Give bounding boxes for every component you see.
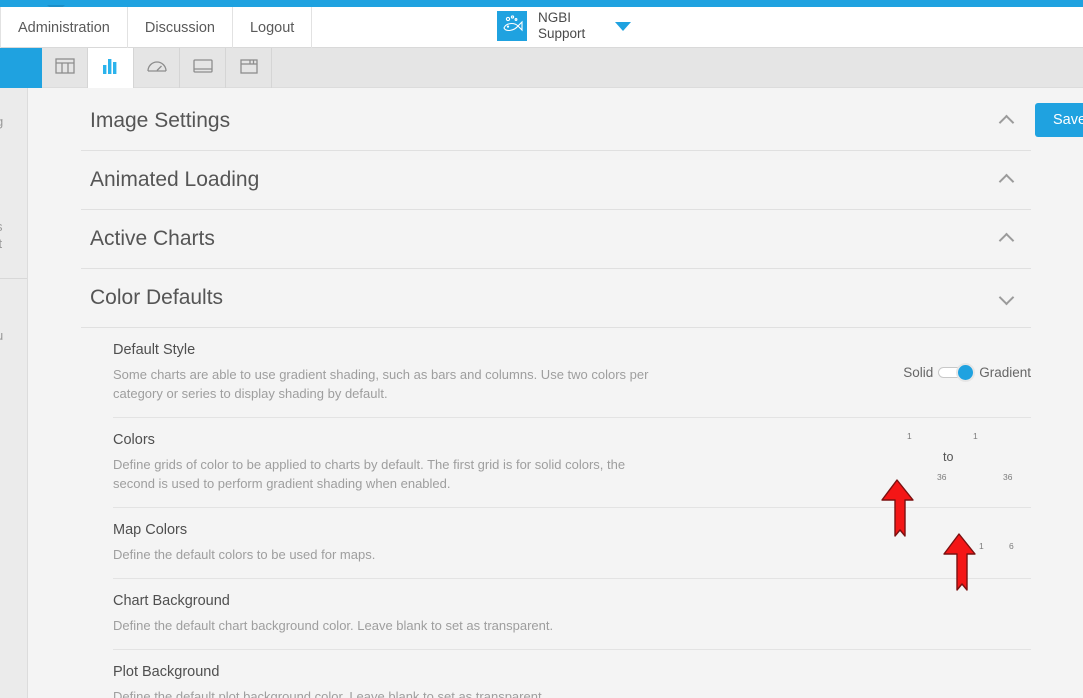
gauge-icon (145, 56, 169, 81)
window-icon (237, 56, 261, 81)
row-colors-desc: Define grids of color to be applied to c… (113, 457, 626, 491)
row-colors-control: 1 1 to 36 36 (891, 412, 1031, 501)
sidebar-item-clipped-2[interactable]: s (0, 219, 3, 234)
row-default-style-desc: Some charts are able to use gradient sha… (113, 367, 649, 401)
grid1-end-label: 36 (937, 471, 947, 482)
left-sidebar: g s art u (0, 88, 28, 698)
row-plot-background: Plot Background Define the default plot … (113, 650, 1031, 698)
fish-logo-icon (497, 11, 527, 41)
nav-discussion-label: Discussion (144, 19, 215, 36)
nav-logout-label: Logout (249, 19, 295, 36)
chevron-up-icon[interactable] (1000, 232, 1014, 246)
row-chart-background: Chart Background Define the default char… (113, 579, 1031, 650)
row-map-colors-desc: Define the default colors to be used for… (113, 547, 376, 562)
toggle-label-gradient[interactable]: Gradient (979, 365, 1031, 380)
chevron-up-icon[interactable] (1000, 114, 1014, 128)
section-animated-loading[interactable]: Animated Loading (81, 151, 1031, 210)
account-name-line1: NGBI (538, 10, 572, 25)
bar-chart-icon (100, 56, 122, 81)
settings-content-area: Image Settings Animated Loading Active C… (29, 88, 1083, 698)
row-plot-background-label: Plot Background (113, 664, 220, 680)
solid-gradient-toggle-group[interactable]: Solid Gradient (903, 363, 1031, 382)
grid2-start-label: 1 (973, 430, 978, 441)
color-grids[interactable]: 1 1 to 36 36 (891, 423, 1031, 491)
tab-charts[interactable] (88, 48, 134, 88)
toggle-knob[interactable] (956, 363, 976, 382)
grid2-end-label: 36 (1003, 471, 1013, 482)
map-grid-start-label: 1 (979, 541, 984, 551)
section-color-defaults[interactable]: Color Defaults (81, 269, 1031, 328)
tab-panels[interactable] (180, 48, 226, 88)
module-tab-strip (0, 48, 1083, 88)
nav-administration[interactable]: Administration (0, 7, 128, 48)
row-map-colors: Map Colors Define the default colors to … (113, 508, 1031, 579)
top-navigation-bar: Administration Discussion Logout NGBI Su… (0, 7, 1083, 48)
row-chart-background-label: Chart Background (113, 593, 230, 609)
nav-discussion[interactable]: Discussion (128, 7, 233, 48)
top-accent-bar (0, 0, 1083, 13)
map-color-grid[interactable]: 1 6 (961, 537, 1031, 557)
chevron-up-icon[interactable] (1000, 173, 1014, 187)
tab-gauges[interactable] (134, 48, 180, 88)
row-plot-background-desc: Define the default plot background color… (113, 689, 546, 698)
save-button[interactable]: Save (1035, 103, 1083, 137)
toggle-label-solid[interactable]: Solid (903, 365, 933, 380)
nav-logout[interactable]: Logout (233, 7, 313, 48)
row-default-style: Default Style Some charts are able to us… (113, 328, 1031, 418)
account-menu[interactable]: NGBI Support (497, 10, 632, 42)
tab-windows[interactable] (226, 48, 272, 88)
section-animated-loading-title: Animated Loading (90, 168, 260, 191)
settings-panel: Image Settings Animated Loading Active C… (81, 92, 1031, 698)
row-chart-background-desc: Define the default chart background colo… (113, 618, 554, 633)
account-name: NGBI Support (538, 10, 585, 42)
solid-gradient-toggle[interactable] (938, 363, 976, 382)
section-image-settings-title: Image Settings (90, 109, 231, 132)
chevron-down-icon[interactable] (615, 21, 632, 31)
row-map-colors-control: 1 6 (961, 512, 1031, 582)
tab-strip-accent (0, 48, 42, 88)
color-defaults-rows: Default Style Some charts are able to us… (81, 328, 1031, 698)
chevron-down-icon[interactable] (1000, 291, 1014, 305)
sidebar-item-clipped-1[interactable]: g (0, 114, 3, 129)
account-name-line2: Support (538, 26, 586, 41)
nav-administration-label: Administration (18, 19, 110, 36)
row-colors: Colors Define grids of color to be appli… (113, 418, 1031, 508)
sidebar-divider (0, 278, 27, 279)
grids-separator-label: to (943, 449, 954, 464)
section-active-charts-title: Active Charts (90, 227, 215, 250)
row-default-style-control: Solid Gradient (903, 328, 1031, 417)
grid1-start-label: 1 (907, 430, 912, 441)
sidebar-item-clipped-4[interactable]: u (0, 328, 3, 343)
nav-links: Administration Discussion Logout (0, 7, 313, 48)
table-grid-icon (54, 56, 76, 81)
tab-table[interactable] (42, 48, 88, 88)
section-active-charts[interactable]: Active Charts (81, 210, 1031, 269)
map-grid-end-label: 6 (1009, 541, 1014, 551)
row-map-colors-label: Map Colors (113, 522, 188, 538)
section-color-defaults-title: Color Defaults (90, 286, 224, 309)
sidebar-item-clipped-3[interactable]: art (0, 236, 2, 251)
row-default-style-label: Default Style (113, 342, 196, 358)
panel-icon (191, 56, 215, 81)
section-image-settings[interactable]: Image Settings (81, 92, 1031, 151)
